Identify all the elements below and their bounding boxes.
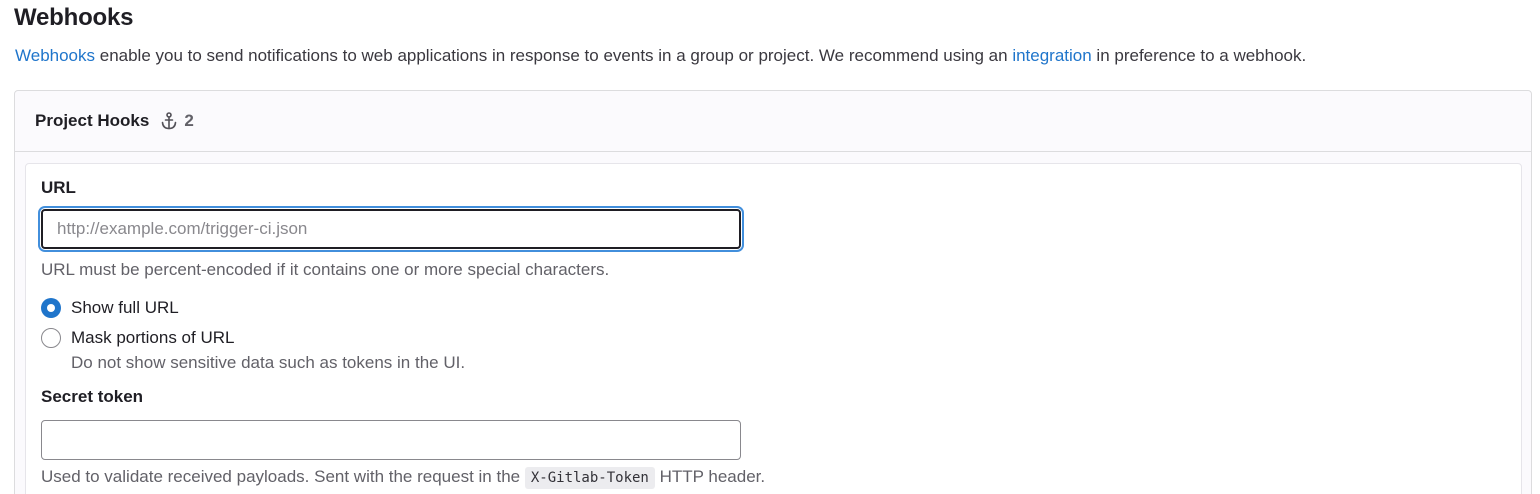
intro-text-end: in preference to a webhook. — [1091, 46, 1307, 65]
intro-text-middle: enable you to send notifications to web … — [95, 46, 1013, 65]
webhooks-link[interactable]: Webhooks — [15, 46, 95, 65]
secret-token-label: Secret token — [41, 387, 144, 406]
card-title: Project Hooks — [35, 111, 150, 130]
anchor-icon — [159, 111, 179, 131]
url-input[interactable] — [41, 209, 741, 249]
page-title: Webhooks — [14, 4, 134, 31]
card-header: Project Hooks 2 — [15, 91, 1531, 152]
radio-mask-url[interactable]: Mask portions of URL — [41, 328, 234, 348]
url-help-text: URL must be percent-encoded if it contai… — [41, 260, 610, 279]
integration-link[interactable]: integration — [1012, 46, 1091, 65]
radio-unchecked-icon[interactable] — [41, 328, 61, 348]
intro-text: Webhooks enable you to send notification… — [15, 46, 1306, 66]
hooks-count-badge: 2 — [184, 111, 194, 130]
radio-show-full-url-label[interactable]: Show full URL — [71, 298, 179, 318]
secret-help-before: Used to validate received payloads. Sent… — [41, 467, 525, 486]
secret-token-help-text: Used to validate received payloads. Sent… — [41, 467, 766, 489]
radio-checked-icon[interactable] — [41, 298, 61, 318]
project-hooks-card: Project Hooks 2 URL URL must be percent-… — [14, 90, 1532, 494]
url-label: URL — [41, 178, 76, 197]
header-name-code: X-Gitlab-Token — [524, 467, 655, 489]
secret-help-after: HTTP header. — [654, 467, 766, 486]
secret-token-input[interactable] — [41, 420, 741, 460]
webhook-form: URL URL must be percent-encoded if it co… — [25, 163, 1522, 494]
radio-show-full-url[interactable]: Show full URL — [41, 298, 179, 318]
mask-help-text: Do not show sensitive data such as token… — [71, 353, 466, 372]
radio-mask-url-label[interactable]: Mask portions of URL — [71, 328, 234, 348]
